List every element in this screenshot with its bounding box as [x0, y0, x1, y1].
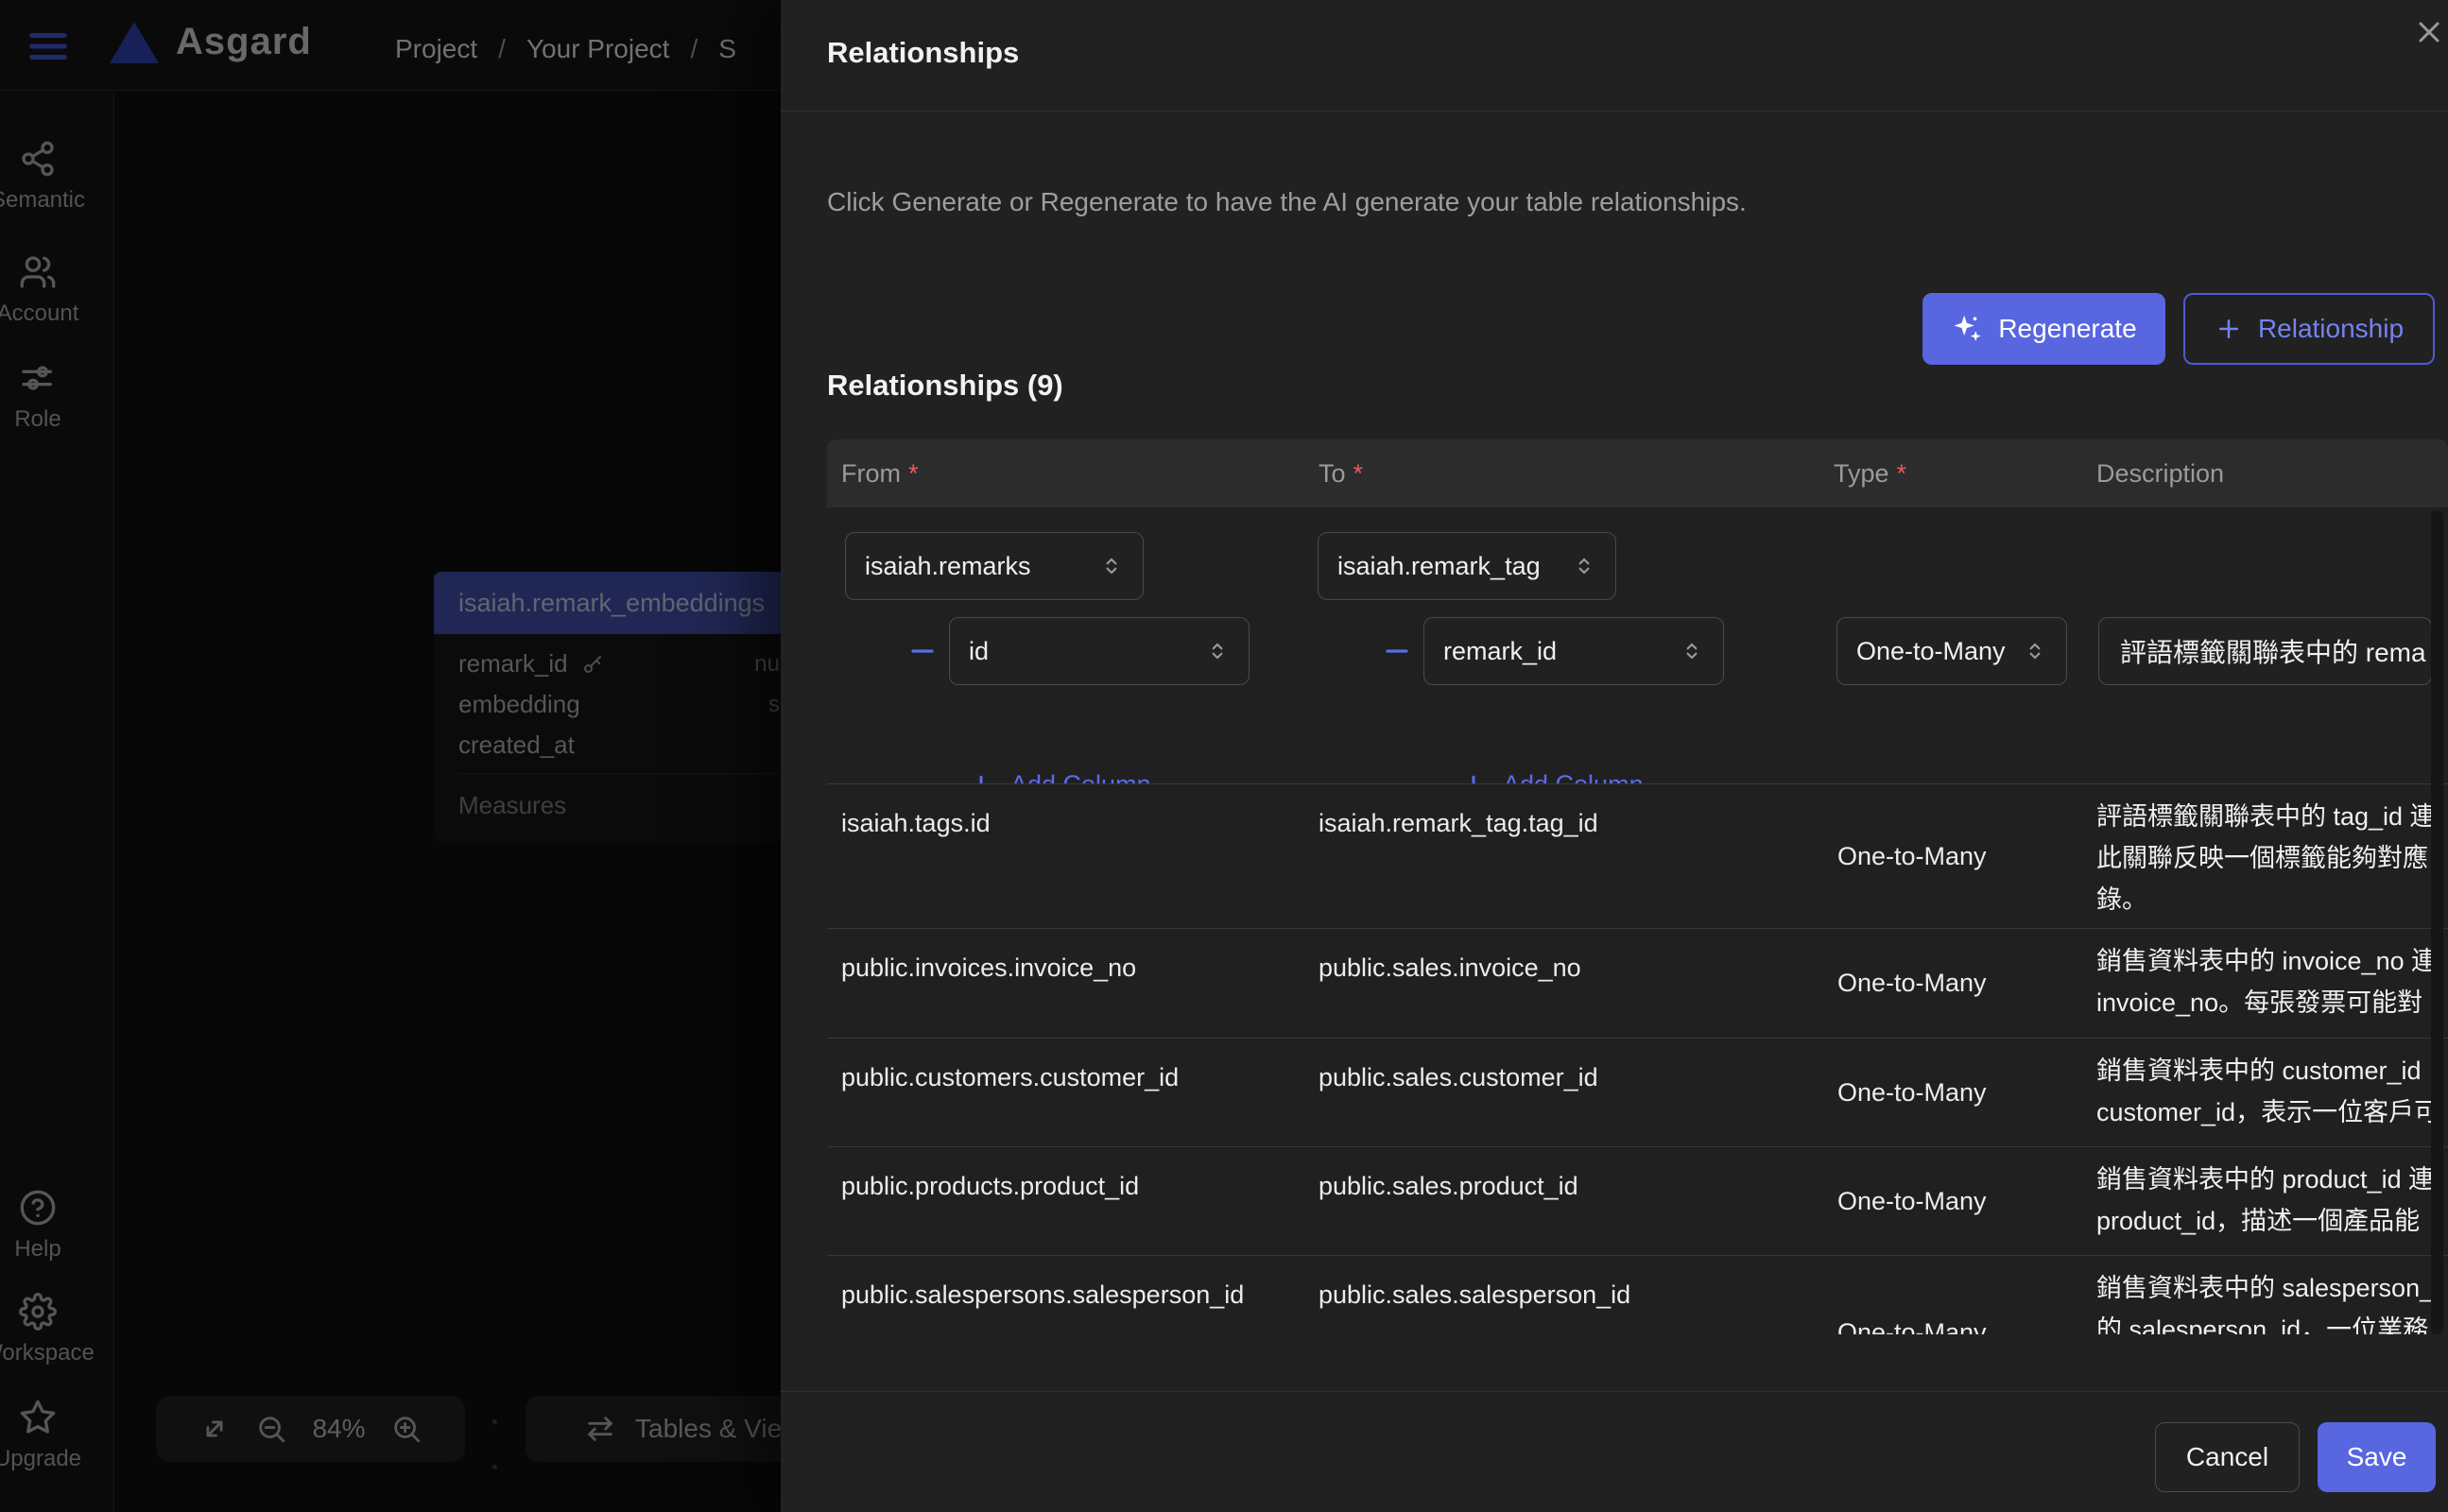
relationship-row[interactable]: public.products.product_id public.sales.…: [827, 1146, 2448, 1255]
column-header-to: To*: [1319, 439, 1363, 507]
chevron-updown-icon: [1680, 639, 1704, 663]
to-column-select[interactable]: remark_id: [1423, 617, 1724, 685]
minus-icon: [1383, 637, 1411, 665]
to-table-value: isaiah.remark_tag: [1337, 552, 1541, 581]
cell-to: isaiah.remark_tag.tag_id: [1319, 809, 1598, 838]
cell-type: One-to-Many: [1837, 784, 1987, 928]
cell-type: One-to-Many: [1837, 1147, 1987, 1255]
cell-from: public.invoices.invoice_no: [841, 954, 1136, 983]
modal-header: Relationships: [781, 0, 2448, 112]
from-column-value: id: [969, 637, 989, 666]
relationships-modal: Relationships Click Generate or Regenera…: [781, 0, 2448, 1512]
regenerate-button[interactable]: Regenerate: [1922, 293, 2165, 365]
relationship-row[interactable]: public.invoices.invoice_no public.sales.…: [827, 928, 2448, 1038]
relationships-table: From* To* Type* Description isaiah.remar…: [827, 439, 2448, 1334]
relationship-row[interactable]: public.salespersons.salesperson_id publi…: [827, 1255, 2448, 1334]
close-icon[interactable]: [2412, 15, 2448, 53]
modal-footer: Cancel Save: [781, 1391, 2448, 1512]
cell-description: 銷售資料表中的 product_id 連 product_id，描述一個產品能: [2096, 1159, 2439, 1242]
required-mark: *: [1897, 459, 1907, 489]
column-header-description: Description: [2096, 439, 2224, 507]
relationship-row[interactable]: isaiah.tags.id isaiah.remark_tag.tag_id …: [827, 783, 2448, 928]
modal-title: Relationships: [827, 36, 1019, 70]
cell-type: One-to-Many: [1837, 1256, 1987, 1334]
to-table-select[interactable]: isaiah.remark_tag: [1318, 532, 1616, 600]
cell-from: public.products.product_id: [841, 1172, 1139, 1201]
remove-from-column-button[interactable]: [908, 637, 937, 665]
cell-description: 銷售資料表中的 salesperson_ 的 salesperson_id，一位…: [2096, 1267, 2439, 1334]
cell-type: One-to-Many: [1837, 929, 1987, 1038]
screen: Asgard Project / Your Project / S Semant…: [0, 0, 2448, 1512]
chevron-updown-icon: [2023, 639, 2047, 663]
cancel-button[interactable]: Cancel: [2155, 1422, 2300, 1492]
cell-from: isaiah.tags.id: [841, 809, 991, 838]
regenerate-label: Regenerate: [1998, 314, 2136, 344]
cell-from: public.salespersons.salesperson_id: [841, 1280, 1244, 1310]
save-button[interactable]: Save: [2318, 1422, 2436, 1492]
required-mark: *: [1353, 459, 1364, 489]
modal-intro-text: Click Generate or Regenerate to have the…: [827, 187, 1747, 217]
cell-to: public.sales.salesperson_id: [1319, 1280, 1630, 1310]
vertical-scrollbar[interactable]: [2431, 510, 2443, 1334]
table-header-row: From* To* Type* Description: [827, 439, 2448, 507]
cell-to: public.sales.customer_id: [1319, 1063, 1598, 1092]
from-table-select[interactable]: isaiah.remarks: [845, 532, 1144, 600]
relationship-type-value: One-to-Many: [1856, 637, 2006, 666]
chevron-updown-icon: [1099, 554, 1124, 578]
to-column-value: remark_id: [1443, 637, 1557, 666]
chevron-updown-icon: [1205, 639, 1230, 663]
relationships-count-title: Relationships (9): [827, 369, 1063, 403]
cell-to: public.sales.product_id: [1319, 1172, 1578, 1201]
chevron-updown-icon: [1572, 554, 1596, 578]
edit-relationship-row: isaiah.remarks isaiah.remark_tag id: [827, 507, 2448, 783]
remove-to-column-button[interactable]: [1383, 637, 1411, 665]
cell-description: 銷售資料表中的 invoice_no 連 invoice_no。每張發票可能對: [2096, 940, 2439, 1023]
relationship-type-select[interactable]: One-to-Many: [1836, 617, 2067, 685]
minus-icon: [908, 637, 937, 665]
cell-to: public.sales.invoice_no: [1319, 954, 1581, 983]
sparkle-icon: [1951, 313, 1983, 345]
description-input[interactable]: 評語標籤關聯表中的 rema: [2098, 617, 2432, 685]
cell-description: 銷售資料表中的 customer_id customer_id，表示一位客戶可: [2096, 1050, 2439, 1133]
cell-type: One-to-Many: [1837, 1039, 1987, 1146]
relationship-row[interactable]: public.customers.customer_id public.sale…: [827, 1038, 2448, 1146]
column-header-from: From*: [841, 439, 919, 507]
from-table-value: isaiah.remarks: [865, 552, 1031, 581]
add-relationship-label: Relationship: [2258, 314, 2404, 344]
cell-description: 評語標籤關聯表中的 tag_id 連 此關聯反映一個標籤能夠對應 錄。: [2096, 796, 2439, 920]
add-relationship-button[interactable]: Relationship: [2183, 293, 2435, 365]
plus-icon: [2215, 315, 2243, 343]
description-value: 評語標籤關聯表中的 rema: [2120, 632, 2426, 670]
cell-from: public.customers.customer_id: [841, 1063, 1179, 1092]
column-header-type: Type*: [1834, 439, 1906, 507]
required-mark: *: [908, 459, 919, 489]
from-column-select[interactable]: id: [949, 617, 1250, 685]
